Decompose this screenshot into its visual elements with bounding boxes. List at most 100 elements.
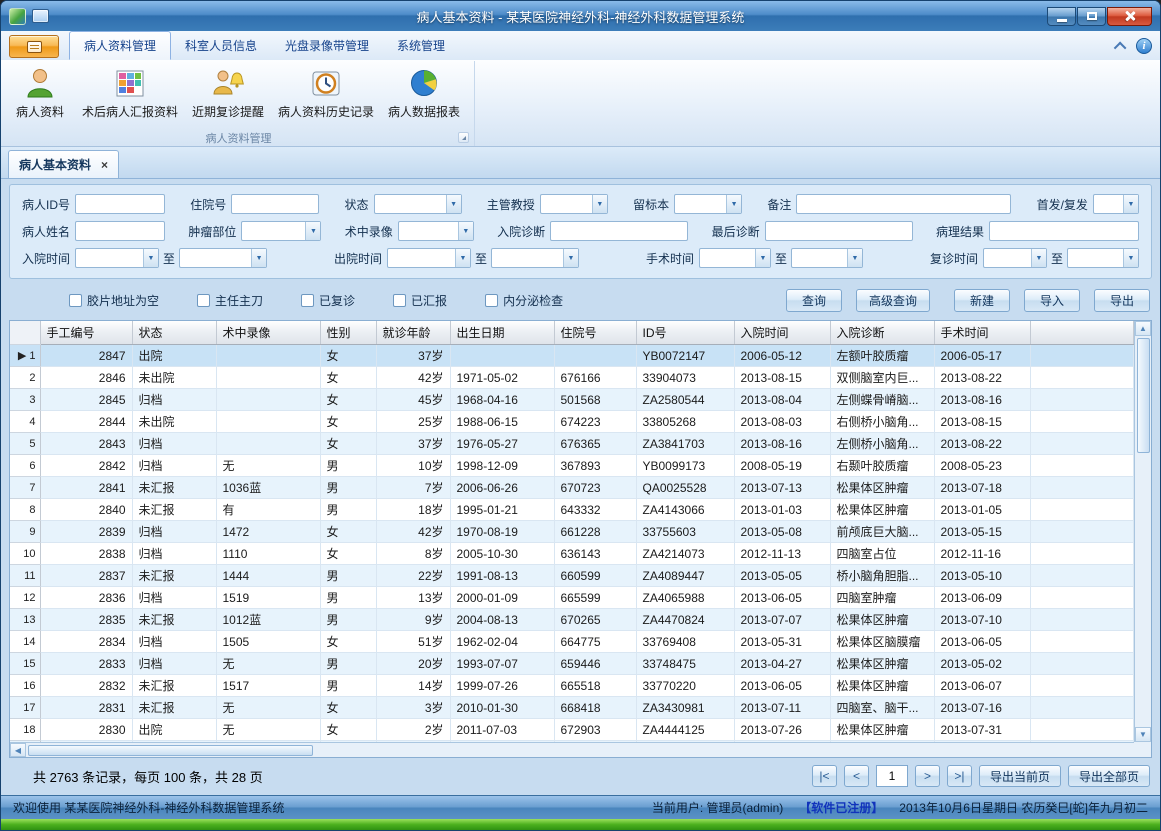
table-row[interactable]: 22846未出院女42岁1971-05-02676166339040732013… [10,367,1134,389]
row-indicator[interactable]: 12 [10,587,40,609]
checkbox-film-address-empty[interactable]: 胶片地址为空 [69,292,159,309]
grid-cell[interactable]: 1962-02-04 [450,631,554,653]
grid-cell[interactable]: 未汇报 [132,499,216,521]
grid-cell[interactable]: 男 [320,499,376,521]
grid-cell[interactable]: 无 [216,697,320,719]
grid-cell[interactable]: 501568 [554,389,636,411]
grid-cell[interactable]: 660599 [554,565,636,587]
grid-cell[interactable]: 2006-05-12 [734,345,830,367]
table-row[interactable]: 82840未汇报有男18岁1995-01-21643332ZA414306620… [10,499,1134,521]
data-report-button[interactable]: 病人数据报表 [381,63,467,129]
row-indicator[interactable]: 3 [10,389,40,411]
row-indicator[interactable]: 13 [10,609,40,631]
grid-cell[interactable]: 归档 [132,455,216,477]
grid-cell[interactable]: 672903 [554,719,636,741]
grid-cell[interactable]: 未汇报 [132,675,216,697]
col-admit-time[interactable]: 入院时间 [734,321,830,345]
grid-cell[interactable]: 女 [320,433,376,455]
grid-cell[interactable]: 18岁 [376,499,450,521]
grid-cell[interactable]: 2013-01-05 [934,499,1030,521]
grid-cell[interactable]: 四脑室肿瘤 [830,587,934,609]
grid-cell[interactable]: 367893 [554,455,636,477]
first-recur-select[interactable]: ▼ [1093,194,1139,214]
row-indicator[interactable]: 5 [10,433,40,455]
grid-cell[interactable]: 2840 [40,499,132,521]
grid-cell[interactable]: 出院 [132,719,216,741]
grid-cell[interactable]: 女 [320,543,376,565]
grid-cell[interactable]: 2岁 [376,719,450,741]
grid-cell[interactable]: 2013-06-05 [734,587,830,609]
grid-cell[interactable]: 2005-10-30 [450,543,554,565]
grid-cell[interactable]: 女 [320,521,376,543]
professor-select[interactable]: ▼ [540,194,608,214]
grid-cell[interactable]: YB0099173 [636,455,734,477]
col-surgery-time[interactable]: 手术时间 [934,321,1030,345]
query-button[interactable]: 查询 [786,289,842,312]
title-bar[interactable]: 病人基本资料 - 某某医院神经外科-神经外科数据管理系统 [1,1,1160,31]
checkbox-revisited[interactable]: 已复诊 [301,292,355,309]
grid-cell[interactable]: ZA4089447 [636,565,734,587]
col-age[interactable]: 就诊年龄 [376,321,450,345]
table-row[interactable]: ▶ 12847出院女37岁YB00721472006-05-12左额叶胶质瘤20… [10,345,1134,367]
row-indicator[interactable]: 8 [10,499,40,521]
grid-cell[interactable]: 664775 [554,631,636,653]
table-row[interactable]: 52843归档女37岁1976-05-27676365ZA38417032013… [10,433,1134,455]
grid-cell[interactable]: 1472 [216,521,320,543]
grid-cell[interactable]: QA0025528 [636,477,734,499]
postop-report-button[interactable]: 术后病人汇报资料 [75,63,185,129]
grid-cell[interactable]: 2013-07-11 [734,697,830,719]
tab-patient-basic-info[interactable]: 病人基本资料 × [8,150,119,178]
grid-cell[interactable]: 670265 [554,609,636,631]
grid-cell[interactable]: 2013-08-16 [734,433,830,455]
grid-cell[interactable]: 51岁 [376,631,450,653]
grid-cell[interactable]: 未出院 [132,367,216,389]
grid-cell[interactable]: 3岁 [376,697,450,719]
table-row[interactable]: 92839归档1472女42岁1970-08-19661228337556032… [10,521,1134,543]
grid-cell[interactable]: 2013-08-15 [934,411,1030,433]
admit-time-from-select[interactable]: ▼ [75,248,159,268]
grid-cell[interactable]: 松果体区肿瘤 [830,477,934,499]
grid-cell[interactable]: 13岁 [376,587,450,609]
close-button[interactable] [1107,7,1152,26]
grid-cell[interactable]: ZA4214073 [636,543,734,565]
grid-cell[interactable]: 33770220 [636,675,734,697]
history-record-button[interactable]: 病人资料历史记录 [271,63,381,129]
grid-cell[interactable]: 双侧脑室内巨... [830,367,934,389]
grid-cell[interactable]: 右侧桥小脑角... [830,411,934,433]
row-indicator[interactable]: 10 [10,543,40,565]
grid-cell[interactable]: 有 [216,499,320,521]
grid-cell[interactable]: ZA2580544 [636,389,734,411]
grid-cell[interactable]: 2013-01-03 [734,499,830,521]
grid-cell[interactable]: 659446 [554,653,636,675]
grid-cell[interactable]: 2004-08-13 [450,609,554,631]
grid-cell[interactable]: 2013-07-16 [934,697,1030,719]
grid-cell[interactable]: 2836 [40,587,132,609]
grid-cell[interactable]: 2013-06-05 [934,631,1030,653]
table-row[interactable]: 132835未汇报1012蓝男9岁2004-08-13670265ZA44708… [10,609,1134,631]
grid-cell[interactable]: 2834 [40,631,132,653]
grid-cell[interactable]: 33904073 [636,367,734,389]
grid-cell[interactable] [216,367,320,389]
row-indicator[interactable]: 14 [10,631,40,653]
maximize-button[interactable] [1077,7,1106,26]
quick-access-icon[interactable] [32,9,49,23]
grid-cell[interactable]: 2835 [40,609,132,631]
grid-cell[interactable]: 1110 [216,543,320,565]
row-indicator[interactable]: 11 [10,565,40,587]
minimize-button[interactable] [1047,7,1076,26]
pathology-input[interactable] [989,221,1139,241]
col-status[interactable]: 状态 [132,321,216,345]
table-row[interactable]: 172831未汇报无女3岁2010-01-30668418ZA343098120… [10,697,1134,719]
grid-cell[interactable]: 归档 [132,389,216,411]
grid-cell[interactable]: 2843 [40,433,132,455]
grid-cell[interactable]: 松果体区肿瘤 [830,719,934,741]
row-indicator[interactable]: 6 [10,455,40,477]
grid-cell[interactable]: 2013-07-31 [934,719,1030,741]
scroll-down-icon[interactable]: ▼ [1135,727,1151,742]
grid-cell[interactable]: 2013-07-26 [734,719,830,741]
grid-cell[interactable]: 无 [216,719,320,741]
close-tab-icon[interactable]: × [101,159,108,171]
admit-time-to-select[interactable]: ▼ [179,248,267,268]
grid-cell[interactable]: 归档 [132,653,216,675]
grid-cell[interactable]: 33769408 [636,631,734,653]
